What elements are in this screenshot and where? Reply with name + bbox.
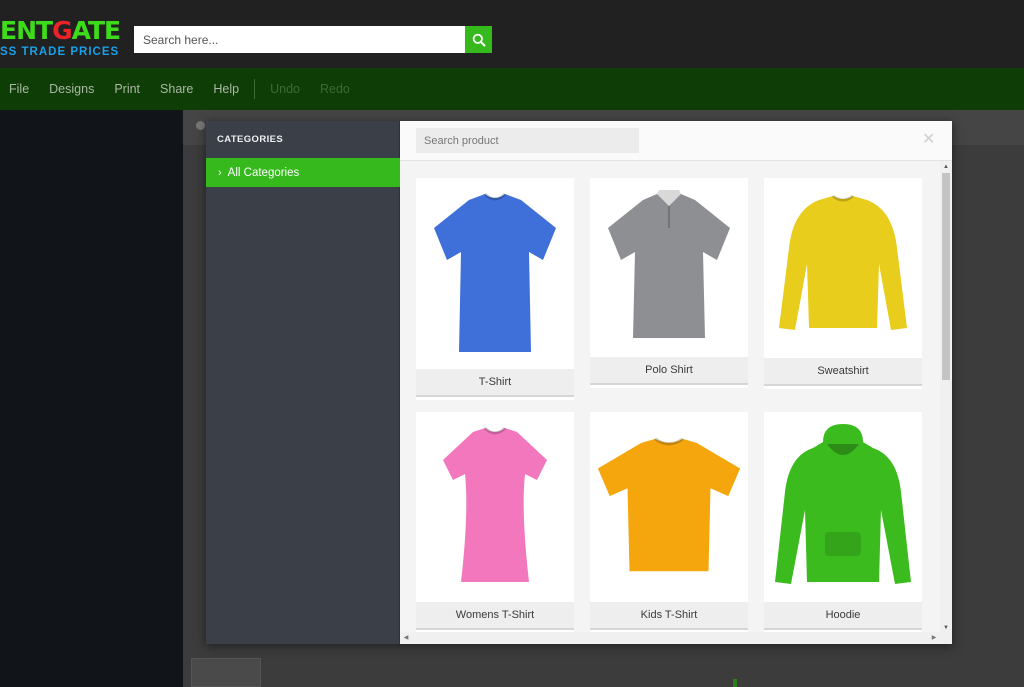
product-card-hoodie[interactable]: Hoodie <box>764 412 922 632</box>
bottom-marker <box>733 679 737 687</box>
vertical-scrollbar[interactable]: ▲ ▼ <box>940 161 952 644</box>
search-icon <box>472 33 485 46</box>
menu-help[interactable]: Help <box>213 82 239 96</box>
products-panel: ✕ T-Shirt <box>400 121 952 644</box>
horizontal-scrollbar[interactable]: ◀ ▶ <box>400 632 940 644</box>
site-search-input[interactable] <box>134 26 465 53</box>
brand-logo[interactable]: ENTGATE SS TRADE PRICES <box>0 18 125 62</box>
hoodie-image <box>764 412 922 602</box>
product-label: Sweatshirt <box>764 358 922 386</box>
menu-redo[interactable]: Redo <box>320 82 350 96</box>
product-label: Polo Shirt <box>590 357 748 385</box>
scroll-up-icon[interactable]: ▲ <box>942 163 950 171</box>
scroll-down-icon[interactable]: ▼ <box>942 624 950 632</box>
polo-shirt-image <box>590 178 748 357</box>
products-header: ✕ <box>400 121 952 161</box>
site-search <box>134 26 492 53</box>
scroll-left-icon[interactable]: ◀ <box>402 634 410 642</box>
categories-panel: CATEGORIES › All Categories <box>206 121 400 644</box>
top-header: ENTGATE SS TRADE PRICES <box>0 0 1024 68</box>
product-card-tshirt[interactable]: T-Shirt <box>416 178 574 400</box>
product-label: Womens T-Shirt <box>416 602 574 630</box>
close-icon[interactable]: ✕ <box>922 129 935 149</box>
main-menu-bar: File Designs Print Share Help Undo Redo <box>0 68 1024 110</box>
product-grid: T-Shirt Polo Shirt Sweatshirt Womens T-S… <box>400 161 940 644</box>
kids-tshirt-image <box>590 412 748 602</box>
menu-print[interactable]: Print <box>114 82 140 96</box>
product-search-input[interactable] <box>416 128 639 153</box>
sweatshirt-image <box>764 178 922 358</box>
product-card-kids-tshirt[interactable]: Kids T-Shirt <box>590 412 748 632</box>
chevron-right-icon: › <box>218 166 222 179</box>
logo-wordmark: ENTGATE <box>0 18 121 45</box>
menu-divider <box>254 79 256 99</box>
category-all-label: All Categories <box>227 166 300 179</box>
menu-designs[interactable]: Designs <box>49 82 94 96</box>
tshirt-image <box>416 178 574 369</box>
scroll-right-icon[interactable]: ▶ <box>930 634 938 642</box>
menu-undo[interactable]: Undo <box>270 82 300 96</box>
product-card-sweatshirt[interactable]: Sweatshirt <box>764 178 922 389</box>
categories-title: CATEGORIES <box>217 134 284 145</box>
menu-file[interactable]: File <box>9 82 29 96</box>
product-picker-modal: CATEGORIES › All Categories ✕ T-Shirt <box>206 121 952 644</box>
product-card-womens-tshirt[interactable]: Womens T-Shirt <box>416 412 574 632</box>
site-search-button[interactable] <box>465 26 492 53</box>
logo-tagline: SS TRADE PRICES <box>0 46 120 58</box>
product-label: Hoodie <box>764 602 922 630</box>
category-all[interactable]: › All Categories <box>206 158 400 187</box>
left-sidebar-backdrop <box>0 110 183 687</box>
scroll-thumb[interactable] <box>942 173 950 380</box>
menu-share[interactable]: Share <box>160 82 193 96</box>
product-label: Kids T-Shirt <box>590 602 748 630</box>
product-label: T-Shirt <box>416 369 574 397</box>
womens-tshirt-image <box>416 412 574 602</box>
product-card-polo[interactable]: Polo Shirt <box>590 178 748 388</box>
bottom-panel-tab[interactable] <box>191 658 261 687</box>
toolbar-dot-icon <box>196 121 205 130</box>
